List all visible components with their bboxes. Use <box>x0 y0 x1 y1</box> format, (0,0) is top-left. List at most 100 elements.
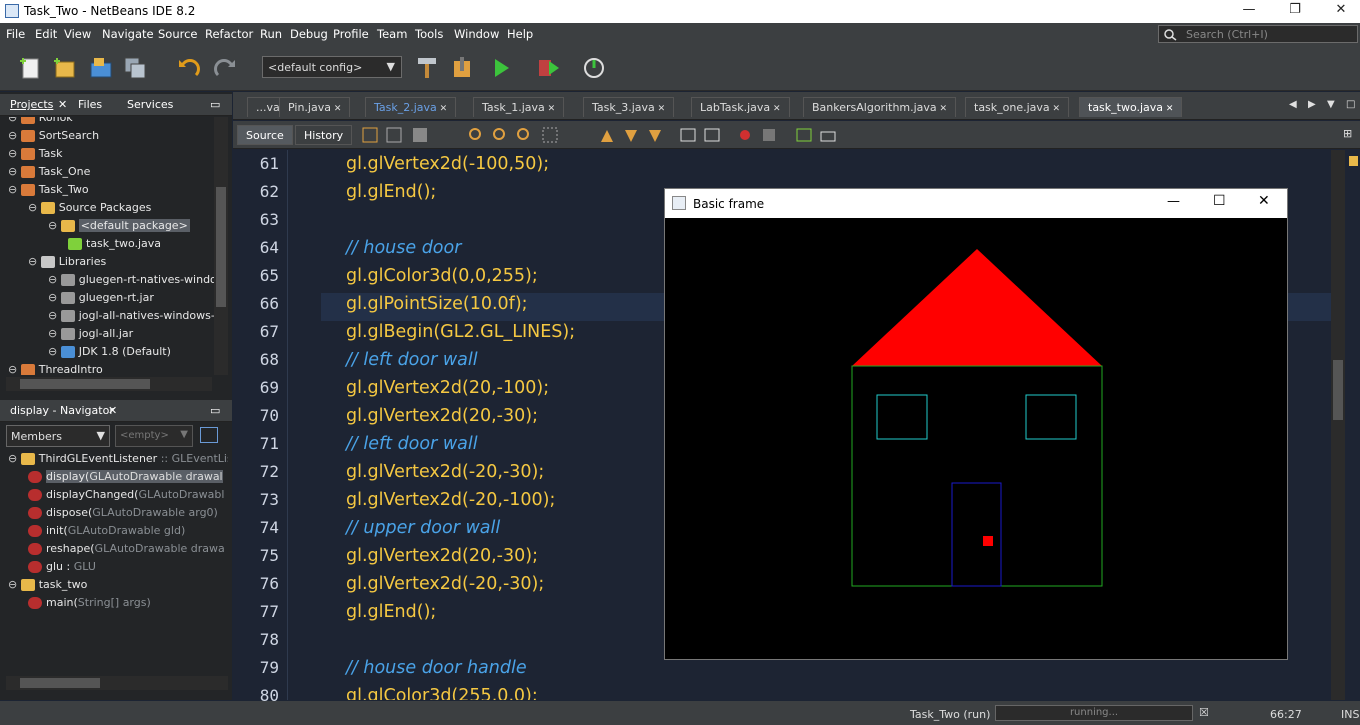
expand-toggle-icon[interactable]: ⊖ <box>28 255 41 268</box>
expand-toggle-icon[interactable]: ⊖ <box>48 327 61 340</box>
expand-toggle-icon[interactable]: ⊖ <box>8 117 21 124</box>
expand-toggle-icon[interactable]: ⊖ <box>8 363 21 375</box>
expand-toggle-icon[interactable]: ⊖ <box>48 345 61 358</box>
menu-team[interactable]: Team <box>377 27 407 41</box>
menu-profile[interactable]: Profile <box>333 27 369 41</box>
project-node[interactable]: ⊖ jogl-all-natives-windows- <box>48 307 214 325</box>
menu-tools[interactable]: Tools <box>415 27 443 41</box>
filter-options-icon[interactable] <box>200 427 218 443</box>
cancel-task-icon[interactable]: ☒ <box>1199 706 1209 719</box>
close-tab-icon[interactable]: ✕ <box>937 104 948 114</box>
menu-window[interactable]: Window <box>454 27 499 41</box>
navigator-hscrollbar[interactable] <box>6 676 228 690</box>
menu-file[interactable]: File <box>6 27 25 41</box>
clean-build-icon[interactable] <box>450 55 476 81</box>
tab-services[interactable]: Services <box>127 98 173 111</box>
profile-icon[interactable] <box>582 55 608 81</box>
source-button[interactable]: Source <box>237 125 293 145</box>
project-node[interactable]: ⊖ Source Packages <box>28 199 151 217</box>
debug-icon[interactable] <box>536 55 562 81</box>
new-file-icon[interactable] <box>18 55 44 81</box>
editor-tab[interactable]: Pin.java ✕ <box>279 97 351 117</box>
navigator-item[interactable]: glu : GLU <box>28 558 96 576</box>
menu-refactor[interactable]: Refactor <box>205 27 253 41</box>
navigator-item[interactable]: ⊖ ThirdGLEventListener :: GLEventListe <box>8 450 228 468</box>
close-tab-icon[interactable]: ✕ <box>331 104 342 114</box>
split-editor-icon[interactable]: ⊞ <box>1343 127 1352 140</box>
tab-list-icon[interactable]: ▼ <box>1327 99 1335 110</box>
close-tab-icon[interactable]: ✕ <box>1050 104 1061 114</box>
projects-hscrollbar[interactable] <box>6 377 212 391</box>
tab-files[interactable]: Files <box>78 98 102 111</box>
close-tab-icon[interactable]: ✕ <box>1163 104 1174 114</box>
menu-help[interactable]: Help <box>507 27 533 41</box>
project-node[interactable]: ⊖ gluegen-rt.jar <box>48 289 154 307</box>
close-icon[interactable]: ✕ <box>108 404 117 417</box>
expand-toggle-icon[interactable]: ⊖ <box>48 291 61 304</box>
build-hammer-icon[interactable] <box>414 55 440 81</box>
navigator-item[interactable]: dispose(GLAutoDrawable arg0) <box>28 504 218 522</box>
editor-tab[interactable]: task_two.java ✕ <box>1079 97 1183 117</box>
project-node[interactable]: ⊖ SortSearch <box>8 127 99 145</box>
close-tab-icon[interactable]: ✕ <box>437 104 448 114</box>
editor-tab[interactable]: Task_3.java ✕ <box>583 97 675 117</box>
maximize-editor-icon[interactable]: □ <box>1346 99 1355 110</box>
minimize-panel-icon[interactable]: ▭ <box>210 98 220 111</box>
undo-icon[interactable] <box>176 55 202 81</box>
run-icon[interactable] <box>488 55 514 81</box>
close-tab-icon[interactable]: ✕ <box>770 104 781 114</box>
project-node[interactable]: ⊖ Task_One <box>8 163 90 181</box>
project-node[interactable]: ⊖ Rohok <box>8 117 73 127</box>
expand-toggle-icon[interactable]: ⊖ <box>8 183 21 196</box>
frame-minimize-button[interactable]: — <box>1167 194 1180 209</box>
config-select[interactable]: <default config> ▼ <box>262 56 402 78</box>
new-project-icon[interactable] <box>52 55 78 81</box>
frame-close-button[interactable]: ✕ <box>1258 193 1270 209</box>
expand-toggle-icon[interactable]: ⊖ <box>48 273 61 286</box>
menu-source[interactable]: Source <box>158 27 198 41</box>
scroll-tabs-right-icon[interactable]: ▶ <box>1308 99 1316 110</box>
editor-tab[interactable]: Task_2.java ✕ <box>365 97 457 117</box>
navigator-item[interactable]: ⊖ task_two <box>8 576 87 594</box>
expand-toggle-icon[interactable]: ⊖ <box>8 147 21 160</box>
menu-edit[interactable]: Edit <box>35 27 57 41</box>
editor-tool-icons[interactable] <box>361 126 841 144</box>
editor-tab[interactable]: BankersAlgorithm.java ✕ <box>803 97 957 117</box>
minimize-button[interactable]: — <box>1238 2 1260 20</box>
projects-scrollbar[interactable] <box>214 117 228 375</box>
save-all-icon[interactable] <box>122 55 148 81</box>
editor-tab[interactable]: task_one.java ✕ <box>965 97 1070 117</box>
open-project-icon[interactable] <box>88 55 114 81</box>
maximize-button[interactable]: ❐ <box>1284 2 1306 20</box>
menu-view[interactable]: View <box>64 27 91 41</box>
close-button[interactable]: ✕ <box>1330 2 1352 20</box>
close-icon[interactable]: ✕ <box>58 98 67 111</box>
search-input[interactable]: Search (Ctrl+I) <box>1158 25 1358 43</box>
frame-maximize-button[interactable]: ☐ <box>1213 193 1226 209</box>
project-node[interactable]: ⊖ JDK 1.8 (Default) <box>48 343 171 361</box>
close-tab-icon[interactable]: ✕ <box>655 104 666 114</box>
navigator-item[interactable]: main(String[] args) <box>28 594 151 612</box>
project-node[interactable]: ⊖ Libraries <box>28 253 106 271</box>
menu-debug[interactable]: Debug <box>290 27 328 41</box>
minimize-panel-icon[interactable]: ▭ <box>210 404 220 417</box>
expand-toggle-icon[interactable]: ⊖ <box>8 452 21 465</box>
expand-toggle-icon[interactable]: ⊖ <box>8 129 21 142</box>
navigator-item[interactable]: display(GLAutoDrawable drawal <box>28 468 223 486</box>
expand-toggle-icon[interactable]: ⊖ <box>8 578 21 591</box>
project-node[interactable]: ⊖ gluegen-rt-natives-windo <box>48 271 214 289</box>
editor-tab[interactable]: LabTask.java ✕ <box>691 97 790 117</box>
project-node[interactable]: task_two.java <box>68 235 161 253</box>
project-node[interactable]: ⊖ jogl-all.jar <box>48 325 133 343</box>
expand-toggle-icon[interactable]: ⊖ <box>8 165 21 178</box>
editor-scrollbar[interactable] <box>1331 150 1345 700</box>
editor-tab[interactable]: Task_1.java ✕ <box>473 97 565 117</box>
navigator-item[interactable]: displayChanged(GLAutoDrawabl <box>28 486 224 504</box>
project-node[interactable]: ⊖ <default package> <box>48 217 190 235</box>
redo-icon[interactable] <box>212 55 238 81</box>
history-button[interactable]: History <box>295 125 353 145</box>
project-node[interactable]: ⊖ Task_Two <box>8 181 89 199</box>
expand-toggle-icon[interactable]: ⊖ <box>48 309 61 322</box>
expand-toggle-icon[interactable]: ⊖ <box>48 219 61 232</box>
close-tab-icon[interactable]: ✕ <box>545 104 556 114</box>
